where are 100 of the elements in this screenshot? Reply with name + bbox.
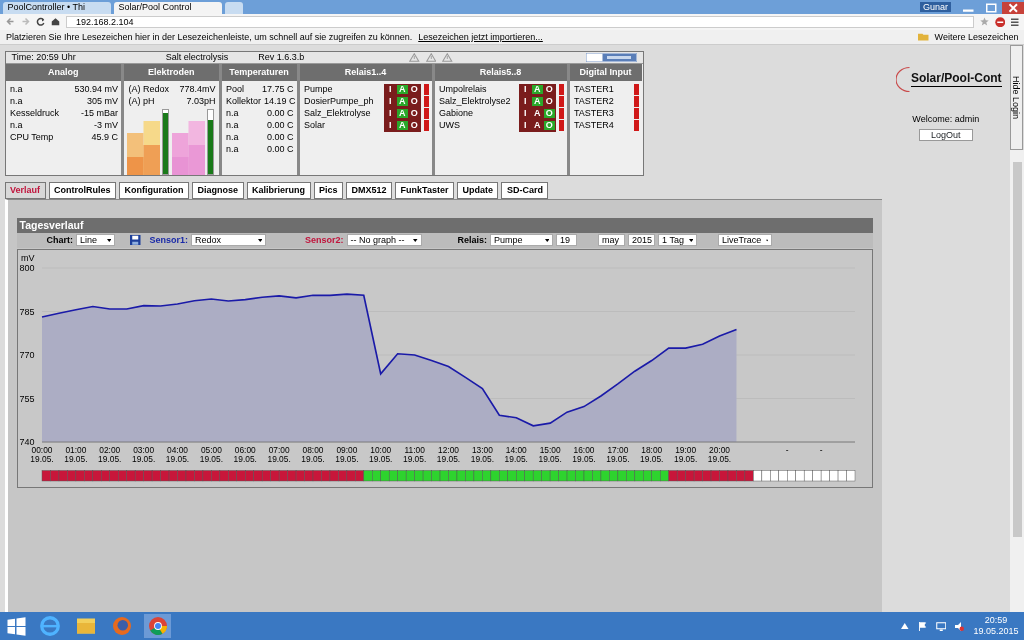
tick-label: 785 — [19, 306, 35, 317]
mode-button[interactable]: A — [532, 109, 543, 118]
browser-tab[interactable]: Solar/Pool Control — [114, 1, 222, 14]
browser-tab[interactable]: PoolController • Thi — [3, 1, 111, 14]
mode-button[interactable]: O — [409, 109, 420, 118]
tick-label: 755 — [19, 393, 35, 404]
page-tab[interactable]: ControlRules — [48, 182, 117, 199]
tick-label: 08:00 19.05. — [300, 444, 325, 464]
page-tab[interactable]: Verlauf — [4, 182, 46, 199]
tick-label: 13:00 19.05. — [470, 444, 494, 464]
tick-label: 03:00 19.05. — [131, 444, 155, 464]
sensor-value: 17.75 C — [261, 84, 294, 95]
sensor-value: 0.00 C — [266, 120, 294, 131]
sensor-value: -3 mV — [94, 120, 118, 131]
mode-text: Salt electrolysis — [165, 52, 229, 63]
other-bookmarks-link[interactable]: Weitere Lesezeichen — [934, 31, 1019, 43]
mode-button[interactable]: O — [544, 97, 555, 106]
page-tab[interactable]: Kalibrierung — [246, 182, 311, 199]
page-tab[interactable]: Update — [456, 182, 499, 199]
page-tab[interactable]: Diagnose — [192, 182, 244, 199]
input-name: TASTER2 — [574, 96, 614, 107]
dropdown[interactable]: Redox — [191, 234, 266, 246]
sensor-value: 530.94 mV — [74, 84, 118, 95]
sensor-value: 45.9 C — [91, 132, 118, 143]
stop-sign-icon[interactable] — [994, 16, 1005, 27]
relay-name: Gabione — [439, 108, 474, 119]
dropdown[interactable]: 2015 — [628, 234, 656, 246]
import-bookmarks-link[interactable]: Lesezeichen jetzt importieren... — [418, 31, 543, 43]
tick-label: - — [819, 444, 822, 455]
dropdown[interactable]: Line — [76, 234, 115, 246]
tick-label: 800 — [19, 263, 35, 273]
page-tab[interactable]: Pics — [313, 182, 344, 199]
folder-icon — [918, 33, 929, 41]
tick-label: 16:00 19.05. — [571, 444, 596, 464]
save-icon[interactable] — [130, 234, 141, 246]
menu-icon[interactable] — [1011, 17, 1019, 27]
tick-label: 18:00 19.05. — [639, 444, 663, 464]
back-icon[interactable] — [6, 17, 15, 27]
connection-indicator-icon — [585, 53, 637, 62]
page-tab[interactable]: DMX512 — [346, 182, 393, 199]
tick-label: 740 — [19, 437, 35, 447]
windows-start-icon[interactable] — [6, 615, 27, 637]
tick-label: 12:00 19.05. — [436, 444, 460, 464]
sensor-value: 0.00 C — [266, 132, 294, 143]
mode-button[interactable]: A — [532, 121, 543, 130]
tick-label: 04:00 19.05. — [165, 444, 189, 464]
tick-label: 19:00 19.05. — [673, 444, 697, 464]
dropdown[interactable]: -- No graph -- — [346, 234, 422, 246]
hide-login-tab[interactable]: Hide Login — [1009, 45, 1023, 150]
mode-button[interactable]: O — [409, 85, 420, 94]
logo-text: Solar/Pool-Cont — [910, 72, 1002, 87]
network-icon[interactable] — [935, 621, 947, 631]
tick-label: 02:00 19.05. — [97, 444, 121, 464]
star-icon[interactable] — [979, 17, 989, 27]
flag-icon[interactable] — [917, 621, 927, 631]
time-text: Time: 20:59 Uhr — [11, 52, 76, 63]
sensor-label: Pool — [226, 84, 244, 95]
revision-text: Rev 1.6.3.b — [258, 52, 305, 63]
column-header: Elektroden — [124, 64, 219, 81]
user-badge: Gunar — [920, 1, 951, 12]
scrollbar[interactable] — [1009, 150, 1024, 612]
tick-label: 10:00 19.05. — [368, 444, 392, 464]
tick-label: 00:00 19.05. — [29, 444, 54, 464]
mode-button[interactable]: O — [544, 85, 555, 94]
axis-label: mV — [20, 252, 34, 263]
relay-name: Salz_Elektrolyse — [304, 108, 371, 119]
home-icon[interactable] — [51, 17, 60, 27]
dropdown[interactable]: may — [598, 234, 626, 246]
swoosh-icon — [895, 66, 911, 93]
sensor-label: n.a — [226, 132, 239, 143]
page-tab[interactable]: SD-Card — [501, 182, 549, 199]
speaker-icon[interactable] — [955, 621, 965, 631]
tick-label: 17:00 19.05. — [605, 444, 629, 464]
dropdown[interactable]: 19 — [556, 234, 578, 246]
sensor-value: 305 mV — [86, 96, 118, 107]
tray-expand-icon[interactable] — [901, 623, 909, 630]
mode-button[interactable]: O — [409, 121, 420, 130]
address-field[interactable]: 192.168.2.104 — [66, 15, 974, 28]
reload-icon[interactable] — [36, 17, 45, 27]
relay-name: Pumpe — [304, 84, 333, 95]
taskbar-clock[interactable]: 20:59 19.05.2015 — [973, 615, 1019, 638]
tick-label: 06:00 19.05. — [233, 444, 257, 464]
sensor-label: Kollektor — [226, 96, 261, 107]
tick-label: 15:00 19.05. — [538, 444, 562, 464]
tick-label: 05:00 19.05. — [199, 444, 223, 464]
dropdown[interactable]: LiveTrace — [718, 234, 773, 246]
tick-label: 20:00 19.05. — [707, 444, 731, 464]
logout-button[interactable]: LogOut — [918, 128, 973, 141]
page-tab[interactable]: FunkTaster — [395, 182, 454, 199]
page-tab[interactable]: Konfiguration — [119, 182, 190, 199]
close-icon[interactable] — [1002, 1, 1024, 14]
tick-label: 01:00 19.05. — [63, 444, 87, 464]
mode-button[interactable]: O — [409, 97, 420, 106]
dropdown[interactable]: 1 Tag — [658, 234, 698, 246]
sensor-value: 0.00 C — [266, 144, 294, 155]
sensor-value: -15 mBar — [81, 108, 118, 119]
tick-label: 11:00 19.05. — [402, 444, 426, 464]
relay-name: Salz_Elektrolyse2 — [439, 96, 511, 107]
dropdown[interactable]: Pumpe — [490, 234, 554, 246]
bookmarks-hint: Platzieren Sie Ihre Lesezeichen hier in der Lesezeichenleiste, um schnell auf sie zugreifen zu können. — [6, 31, 413, 43]
